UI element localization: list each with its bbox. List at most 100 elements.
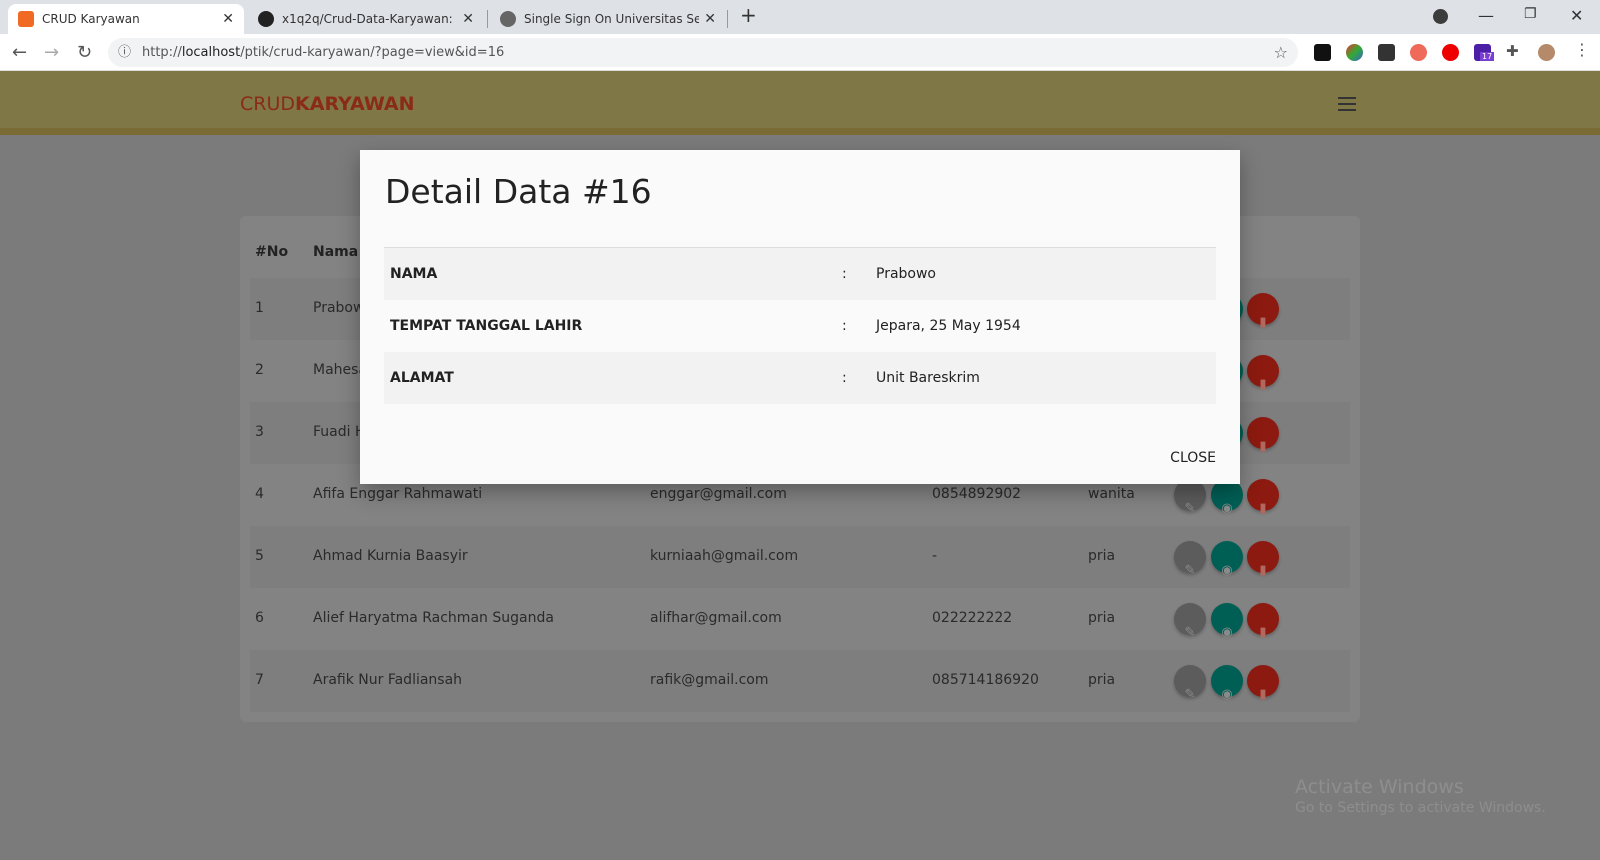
edit-button[interactable]: ✎ [1174, 541, 1206, 578]
modal-title: Detail Data #16 [385, 172, 652, 211]
cell-no: 3 [255, 424, 264, 440]
app-navbar: CRUDKARYAWAN [0, 71, 1600, 135]
github-icon [258, 11, 274, 27]
cell-nama: Ahmad Kurnia Baasyir [313, 548, 468, 564]
cell-no: 4 [255, 486, 264, 502]
close-window-button[interactable]: ✕ [1570, 6, 1583, 25]
cell-telp: 022222222 [932, 610, 1013, 626]
hamburger-menu-icon[interactable] [1338, 97, 1356, 115]
cell-jk: pria [1088, 672, 1116, 688]
trash-icon: ▮ [1259, 377, 1267, 392]
table-row: 6 Alief Haryatma Rachman Suganda alifhar@g… [250, 588, 1350, 650]
cell-no: 6 [255, 610, 264, 626]
close-button[interactable]: CLOSE [1170, 450, 1216, 466]
extension-icon[interactable] [1314, 44, 1331, 61]
tab-search-icon[interactable] [1433, 9, 1448, 24]
field-separator: : [842, 266, 847, 282]
close-tab-icon[interactable]: ✕ [462, 11, 474, 27]
new-extension-icon[interactable] [1378, 44, 1395, 61]
detail-row-alamat: ALAMAT: Unit Bareskrim [384, 352, 1216, 404]
field-separator: : [842, 318, 847, 334]
back-icon[interactable]: ← [12, 42, 27, 63]
url-input[interactable]: ⓘ http://localhost/ptik/crud-karyawan/?p… [108, 38, 1298, 67]
download-manager-icon[interactable] [1346, 44, 1363, 61]
eye-icon: ◉ [1221, 501, 1233, 516]
restore-button[interactable]: ❐ [1524, 6, 1537, 22]
pencil-icon: ✎ [1184, 625, 1196, 640]
delete-button[interactable]: ▮ [1247, 417, 1279, 454]
tab-github[interactable]: x1q2q/Crud-Data-Karyawan: Pro ✕ [248, 4, 484, 34]
eye-icon: ◉ [1221, 687, 1233, 702]
field-value: Jepara, 25 May 1954 [876, 318, 1021, 334]
extension-badge: 17 [1480, 52, 1495, 61]
cell-jk: pria [1088, 548, 1116, 564]
new-tab-button[interactable]: + [740, 3, 757, 27]
trash-icon: ▮ [1259, 315, 1267, 330]
cell-email: enggar@gmail.com [650, 486, 787, 502]
tab-crud-karyawan[interactable]: CRUD Karyawan ✕ [8, 4, 244, 34]
cell-email: rafik@gmail.com [650, 672, 769, 688]
trash-icon: ▮ [1259, 501, 1267, 516]
avatar[interactable] [1538, 44, 1555, 61]
sync-icon[interactable] [1442, 44, 1459, 61]
menu-dots-icon[interactable]: ⋮ [1574, 40, 1591, 59]
cell-nama: Arafik Nur Fadliansah [313, 672, 463, 688]
view-button[interactable]: ◉ [1211, 665, 1243, 702]
cell-nama: Mahesa [313, 362, 368, 378]
tab-divider [727, 10, 728, 28]
url-scheme: http:// [142, 45, 182, 60]
cell-jk: pria [1088, 610, 1116, 626]
field-label: TEMPAT TANGGAL LAHIR [390, 318, 583, 334]
detail-row-ttl: TEMPAT TANGGAL LAHIR: Jepara, 25 May 1954 [384, 300, 1216, 352]
minimize-button[interactable]: — [1478, 6, 1494, 25]
trash-icon: ▮ [1259, 687, 1267, 702]
trash-icon: ▮ [1259, 563, 1267, 578]
cell-nama: Alief Haryatma Rachman Suganda [313, 610, 554, 626]
delete-button[interactable]: ▮ [1247, 603, 1279, 640]
edit-button[interactable]: ✎ [1174, 665, 1206, 702]
forward-icon[interactable]: → [44, 42, 59, 63]
tab-title: Single Sign On Universitas Sebela [524, 12, 699, 26]
cell-no: 7 [255, 672, 264, 688]
eye-icon: ◉ [1221, 625, 1233, 640]
detail-modal: Detail Data #16 NAMA: Prabowo TEMPAT TANG… [360, 150, 1240, 484]
url-path: /ptik/crud-karyawan/?page=view&id=16 [240, 45, 505, 60]
bookmark-star-icon[interactable]: ☆ [1274, 38, 1288, 67]
edit-button[interactable]: ✎ [1174, 603, 1206, 640]
close-tab-icon[interactable]: ✕ [222, 11, 234, 27]
field-label: NAMA [390, 266, 438, 282]
detail-row-nama: NAMA: Prabowo [384, 248, 1216, 300]
cell-jk: wanita [1088, 486, 1135, 502]
tab-divider [487, 10, 488, 28]
reload-icon[interactable]: ↻ [77, 42, 92, 63]
watermark-title: Activate Windows [1295, 776, 1464, 798]
cell-email: alifhar@gmail.com [650, 610, 782, 626]
cell-nama: Prabow [313, 300, 365, 316]
field-label: ALAMAT [390, 370, 454, 386]
tab-sso[interactable]: Single Sign On Universitas Sebela ✕ [490, 4, 726, 34]
cell-no: 2 [255, 362, 264, 378]
delete-button[interactable]: ▮ [1247, 355, 1279, 392]
brand-bold: KARYAWAN [295, 93, 415, 115]
cell-email: kurniaah@gmail.com [650, 548, 799, 564]
cell-no: 5 [255, 548, 264, 564]
cell-nama: Fuadi H [313, 424, 366, 440]
table-row: 5 Ahmad Kurnia Baasyir kurniaah@gmail.com -… [250, 526, 1350, 588]
globe-icon [500, 11, 516, 27]
url-host: localhost [181, 45, 241, 60]
delete-button[interactable]: ▮ [1247, 541, 1279, 578]
delete-button[interactable]: ▮ [1247, 293, 1279, 330]
delete-button[interactable]: ▮ [1247, 479, 1279, 516]
cell-no: 1 [255, 300, 264, 316]
close-tab-icon[interactable]: ✕ [704, 11, 716, 27]
brand-logo[interactable]: CRUDKARYAWAN [240, 93, 415, 115]
puzzle-icon[interactable]: ✚ [1506, 42, 1523, 60]
screenshot-icon[interactable] [1410, 44, 1427, 61]
delete-button[interactable]: ▮ [1247, 665, 1279, 702]
field-value: Unit Bareskrim [876, 370, 980, 386]
view-button[interactable]: ◉ [1211, 603, 1243, 640]
windows-activation-watermark: Activate Windows Go to Settings to activ… [1295, 776, 1546, 816]
header-nama: Nama [313, 244, 359, 260]
view-button[interactable]: ◉ [1211, 541, 1243, 578]
graduation-cap-icon[interactable]: 17 [1474, 44, 1495, 61]
